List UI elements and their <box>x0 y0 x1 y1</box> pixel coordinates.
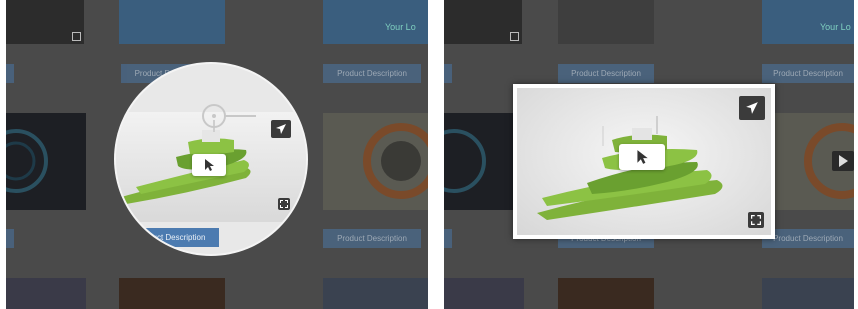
cursor-icon <box>637 150 648 164</box>
product-description-button[interactable]: Product Description <box>762 229 854 248</box>
thumbnail-tile[interactable] <box>558 0 654 44</box>
play-button[interactable] <box>832 151 854 171</box>
expand-icon <box>510 32 519 41</box>
thumbnail-label: Your Lo <box>385 22 416 32</box>
circle-graphic-icon <box>6 129 48 193</box>
product-description-button[interactable]: Product Description <box>323 64 421 83</box>
right-panel: Your Lo Product Description Product Desc… <box>444 0 854 309</box>
product-description-button[interactable] <box>444 64 452 83</box>
preview-popup[interactable] <box>513 84 775 239</box>
product-description-button[interactable]: Product Description <box>122 228 219 247</box>
thumbnail-tile[interactable] <box>558 278 654 309</box>
fullscreen-button[interactable] <box>748 212 764 228</box>
share-icon <box>746 102 758 114</box>
thumbnail-tile[interactable] <box>6 0 84 44</box>
thumbnail-tile[interactable] <box>762 278 854 309</box>
click-indicator[interactable] <box>192 154 226 176</box>
expand-icon <box>280 200 288 208</box>
product-description-button[interactable] <box>444 229 452 248</box>
fullscreen-button[interactable] <box>278 198 290 210</box>
product-description-button[interactable] <box>6 229 14 248</box>
circle-graphic-icon <box>444 129 486 193</box>
thumbnail-tile[interactable]: Your Lo <box>323 0 428 44</box>
thumbnail-label: Your Lo <box>820 22 851 32</box>
thumbnail-tile[interactable]: Your Lo <box>762 0 854 44</box>
product-description-button[interactable]: Product Description <box>323 229 421 248</box>
thumbnail-tile[interactable] <box>762 113 854 210</box>
thumbnail-tile[interactable] <box>444 0 522 44</box>
video-preview[interactable] <box>517 88 771 235</box>
slider-handle-graphic <box>202 104 256 128</box>
circle-graphic-icon <box>363 123 428 199</box>
thumbnail-tile[interactable] <box>444 278 524 309</box>
cursor-icon <box>205 159 214 171</box>
product-description-button[interactable]: Product Description <box>762 64 854 83</box>
thumbnail-tile[interactable] <box>119 278 225 309</box>
left-panel: Your Lo Product Description Product Desc… <box>6 0 428 309</box>
product-description-button[interactable] <box>6 64 14 83</box>
thumbnail-tile[interactable] <box>323 278 428 309</box>
magnifier-lens: Product Description <box>116 64 306 254</box>
click-indicator[interactable] <box>619 144 665 170</box>
thumbnail-tile[interactable] <box>6 113 86 210</box>
expand-icon <box>72 32 81 41</box>
product-description-button[interactable]: Product Description <box>558 64 654 83</box>
thumbnail-tile[interactable] <box>6 278 86 309</box>
thumbnail-tile[interactable] <box>119 0 225 44</box>
thumbnail-tile[interactable] <box>444 113 524 210</box>
thumbnail-tile[interactable] <box>323 113 428 210</box>
expand-icon <box>751 215 761 225</box>
share-button[interactable] <box>739 96 765 120</box>
